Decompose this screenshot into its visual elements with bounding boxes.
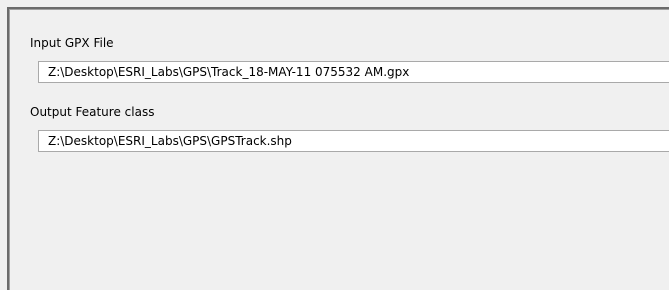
input-gpx-file-label: Input GPX File [30, 36, 114, 50]
output-feature-class-label: Output Feature class [30, 105, 155, 119]
input-gpx-file-field[interactable]: Z:\Desktop\ESRI_Labs\GPS\Track_18-MAY-11… [38, 61, 669, 83]
output-feature-class-field[interactable]: Z:\Desktop\ESRI_Labs\GPS\GPSTrack.shp [38, 130, 669, 152]
tool-dialog-panel: Input GPX File Z:\Desktop\ESRI_Labs\GPS\… [0, 0, 669, 290]
